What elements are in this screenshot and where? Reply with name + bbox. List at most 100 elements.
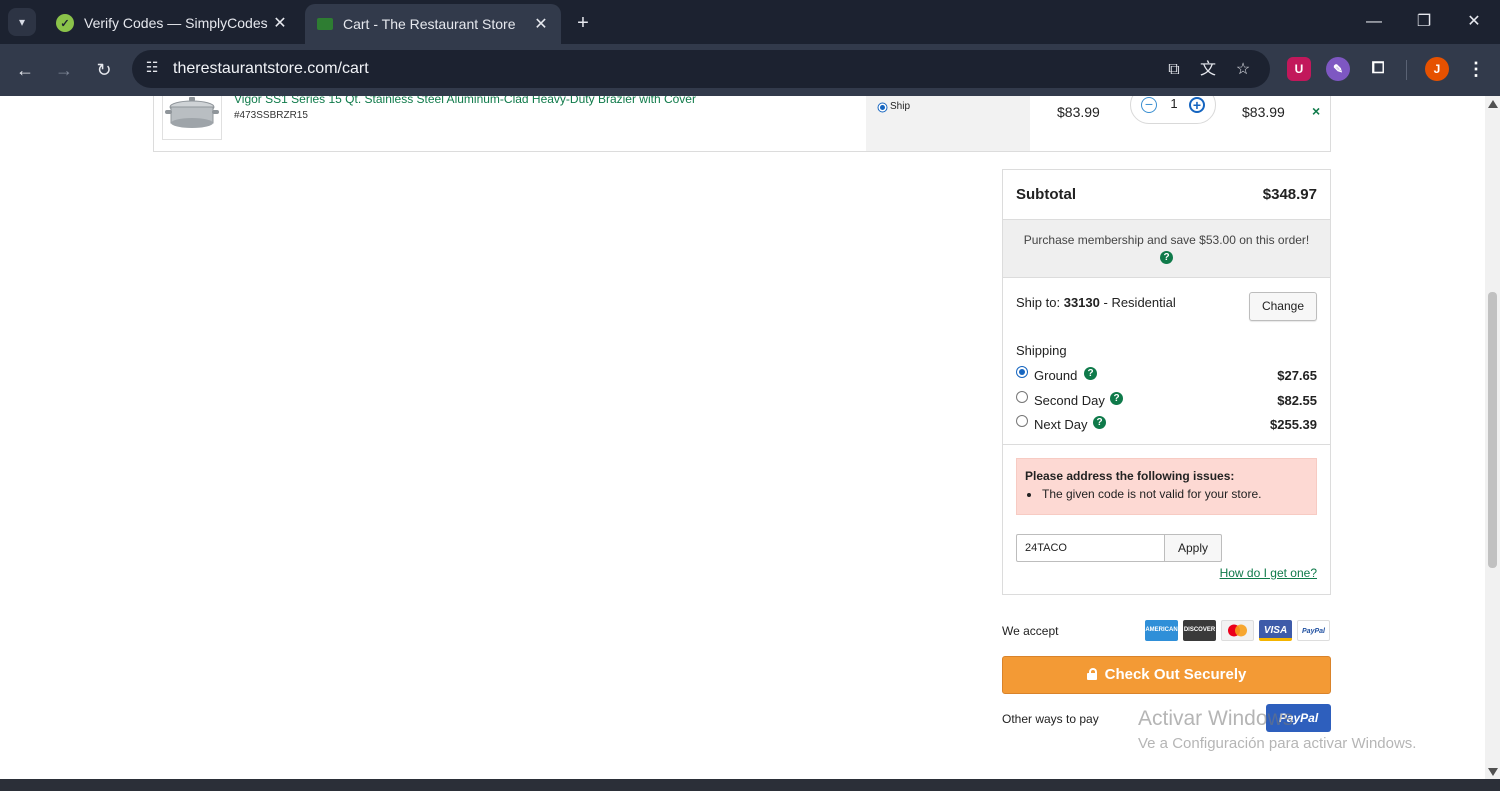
order-summary: Subtotal $348.97 Purchase membership and… — [1002, 169, 1331, 595]
ship-to-label: Ship to: — [1016, 295, 1061, 310]
reload-icon[interactable]: ↻ — [90, 56, 118, 84]
remove-item-button[interactable]: × — [1312, 103, 1320, 119]
promo-code-input[interactable] — [1016, 534, 1165, 562]
tab-simplycodes[interactable]: ✓ Verify Codes — SimplyCodes ✕ — [44, 6, 300, 40]
subtotal-label: Subtotal — [1016, 186, 1076, 203]
toolbar-separator — [1406, 60, 1407, 80]
change-address-button[interactable]: Change — [1249, 292, 1317, 321]
tab-title: Cart - The Restaurant Store — [343, 16, 516, 32]
scroll-up-arrow-icon[interactable] — [1488, 100, 1498, 108]
shipping-option-second-day[interactable]: Second Day ? $82.55 — [1016, 390, 1317, 410]
unit-price: $83.99 — [1057, 104, 1100, 120]
bookmark-star-icon[interactable]: ☆ — [1231, 58, 1255, 82]
we-accept-label: We accept — [1002, 624, 1059, 638]
quantity-increase-button[interactable]: + — [1189, 97, 1205, 113]
forward-arrow-icon[interactable]: → — [50, 56, 78, 84]
help-icon[interactable]: ? — [1084, 367, 1097, 380]
divider — [1003, 444, 1330, 445]
fulfillment-cell: Ship — [866, 96, 1030, 151]
cart-item-row: Vigor SS1 Series 15 Qt. Stainless Steel … — [153, 96, 1331, 152]
install-app-icon[interactable]: ⧉ — [1162, 58, 1186, 82]
close-icon[interactable]: ✕ — [272, 13, 288, 33]
shipping-heading: Shipping — [1016, 343, 1067, 358]
page-scrollbar[interactable] — [1485, 96, 1500, 779]
checkout-label: Check Out Securely — [1104, 666, 1247, 683]
alert-title: Please address the following issues: — [1025, 469, 1235, 483]
shipping-option-ground[interactable]: Ground ? $27.65 — [1016, 365, 1317, 385]
ship-to-info: Ship to: 33130 - Residential — [1016, 295, 1176, 310]
bullet-icon — [1027, 492, 1031, 497]
mastercard-card-icon — [1221, 620, 1254, 641]
checkout-securely-button[interactable]: Check Out Securely — [1002, 656, 1331, 694]
close-window-button[interactable]: ✕ — [1454, 8, 1494, 36]
product-image[interactable] — [162, 96, 222, 140]
windows-activation-watermark: Activar Windows — [1138, 707, 1294, 730]
ship-to-zip: 33130 — [1063, 295, 1100, 310]
subtotal-value: $348.97 — [1262, 186, 1317, 203]
taskbar-edge — [0, 779, 1500, 791]
help-icon[interactable]: ? — [1110, 392, 1123, 405]
shipping-option-name: Ground — [1034, 368, 1078, 383]
back-arrow-icon[interactable]: ← — [11, 56, 39, 84]
tab-title: Verify Codes — SimplyCodes — [84, 15, 268, 31]
profile-avatar[interactable]: J — [1425, 57, 1449, 81]
ground-radio[interactable] — [1016, 366, 1028, 378]
simplycodes-favicon-icon: ✓ — [56, 14, 74, 32]
membership-promo: Purchase membership and save $53.00 on t… — [1003, 219, 1330, 278]
extension-icon[interactable]: ✎ — [1326, 57, 1350, 81]
windows-activation-subtext: Ve a Configuración para activar Windows. — [1138, 735, 1417, 752]
scroll-down-arrow-icon[interactable] — [1488, 768, 1498, 776]
url-text[interactable]: therestaurantstore.com/cart — [173, 60, 369, 78]
shipping-option-name: Next Day — [1034, 417, 1088, 432]
quantity-value[interactable]: 1 — [1167, 96, 1181, 111]
amex-card-icon: AMERICAN EXPRESS — [1145, 620, 1178, 654]
ship-to-type: - Residential — [1103, 295, 1176, 310]
shipping-option-next-day[interactable]: Next Day ? $255.39 — [1016, 414, 1317, 434]
tab-strip: ▾ ✓ Verify Codes — SimplyCodes ✕ Cart - … — [0, 0, 1500, 44]
site-info-icon[interactable]: ☷ — [142, 59, 162, 79]
tab-search-button[interactable]: ▾ — [8, 8, 36, 36]
membership-text: Purchase membership and save $53.00 on t… — [1023, 233, 1310, 247]
other-ways-label: Other ways to pay — [1002, 712, 1099, 726]
address-bar[interactable]: ☷ therestaurantstore.com/cart ⧉ 文 ☆ — [132, 50, 1270, 88]
quantity-decrease-button[interactable]: − — [1141, 97, 1157, 113]
quantity-stepper: − 1 + — [1130, 96, 1216, 124]
translate-icon[interactable]: 文 — [1196, 58, 1220, 82]
menu-kebab-icon[interactable]: ⋮ — [1464, 57, 1488, 81]
product-name-link[interactable]: Vigor SS1 Series 15 Qt. Stainless Steel … — [234, 96, 696, 106]
browser-toolbar: ← → ↻ ☷ therestaurantstore.com/cart ⧉ 文 … — [0, 44, 1500, 96]
alert-item: The given code is not valid for your sto… — [1027, 487, 1261, 501]
error-alert: Please address the following issues: The… — [1016, 458, 1317, 515]
visa-card-icon: VISA — [1259, 620, 1292, 641]
discover-card-icon: DISCOVER — [1183, 620, 1216, 641]
ship-label: Ship — [890, 101, 911, 112]
browser-chrome: ▾ ✓ Verify Codes — SimplyCodes ✕ Cart - … — [0, 0, 1500, 96]
minimize-button[interactable]: — — [1354, 8, 1394, 36]
paypal-card-icon: PayPal — [1297, 620, 1330, 641]
restore-button[interactable]: ❐ — [1404, 8, 1444, 36]
extensions-puzzle-icon[interactable]: ⧠ — [1366, 57, 1390, 81]
alert-item-text: The given code is not valid for your sto… — [1042, 487, 1262, 501]
how-do-i-get-one-link[interactable]: How do I get one? — [1220, 566, 1317, 580]
close-icon[interactable]: ✕ — [533, 14, 549, 34]
new-tab-button[interactable]: + — [570, 10, 596, 36]
ublock-extension-icon[interactable]: U — [1287, 57, 1311, 81]
shipping-option-name: Second Day — [1034, 393, 1105, 408]
shipping-option-cost: $82.55 — [1277, 393, 1317, 408]
apply-promo-button[interactable]: Apply — [1164, 534, 1222, 562]
line-total: $83.99 — [1242, 104, 1285, 120]
next-day-radio[interactable] — [1016, 415, 1028, 427]
scroll-thumb[interactable] — [1488, 292, 1497, 568]
product-sku: #473SSBRZR15 — [234, 110, 308, 121]
second-day-radio[interactable] — [1016, 391, 1028, 403]
shipping-option-cost: $27.65 — [1277, 368, 1317, 383]
chevron-down-icon: ▾ — [18, 15, 26, 29]
help-icon[interactable]: ? — [1093, 416, 1106, 429]
restaurant-store-favicon-icon — [317, 18, 333, 30]
tab-restaurant-store[interactable]: Cart - The Restaurant Store ✕ — [305, 4, 561, 44]
lock-icon — [1086, 668, 1097, 680]
ship-radio[interactable] — [877, 100, 888, 118]
cart-page: Vigor SS1 Series 15 Qt. Stainless Steel … — [0, 96, 1485, 779]
help-icon[interactable]: ? — [1160, 251, 1173, 264]
shipping-option-cost: $255.39 — [1270, 417, 1317, 432]
